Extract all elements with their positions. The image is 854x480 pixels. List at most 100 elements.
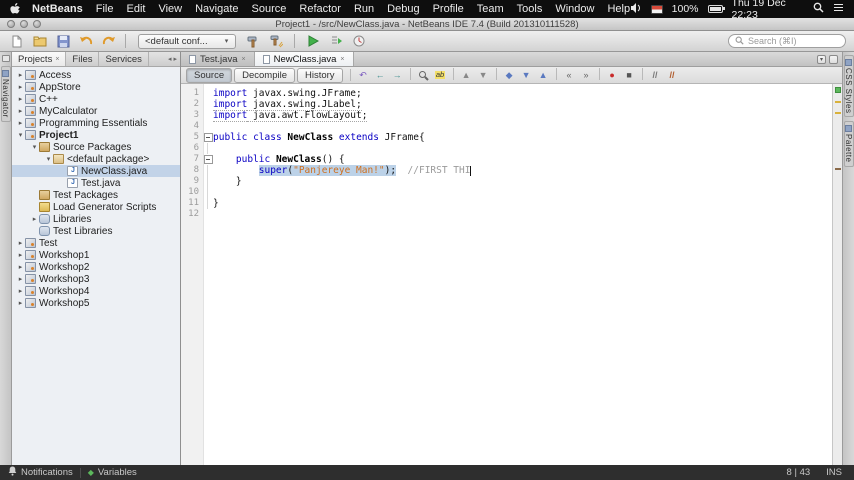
- menu-source[interactable]: Source: [252, 3, 287, 15]
- code-line[interactable]: 4: [181, 121, 832, 132]
- next-bookmark-icon[interactable]: ▼: [519, 68, 534, 82]
- tree-item-access[interactable]: ▸ Access: [12, 69, 180, 81]
- shift-right-icon[interactable]: »: [579, 68, 594, 82]
- collapse-icon[interactable]: ▾: [30, 143, 39, 151]
- back-icon[interactable]: ←: [373, 68, 388, 82]
- fold-collapse-icon[interactable]: [203, 154, 213, 165]
- menu-window[interactable]: Window: [555, 3, 594, 15]
- volume-icon[interactable]: [630, 2, 642, 16]
- open-project-icon[interactable]: [31, 33, 49, 49]
- save-all-icon[interactable]: [54, 33, 72, 49]
- tree-item-test-packages[interactable]: Test Packages: [12, 189, 180, 201]
- code-line[interactable]: 10: [181, 187, 832, 198]
- expand-icon[interactable]: ▸: [16, 119, 25, 127]
- tree-item-c[interactable]: ▸ C++: [12, 93, 180, 105]
- code-line[interactable]: 2 import javax.swing.JLabel;: [181, 99, 832, 111]
- collapse-icon[interactable]: ▾: [44, 155, 53, 163]
- tree-item-appstore[interactable]: ▸ AppStore: [12, 81, 180, 93]
- quick-search[interactable]: Search (⌘I): [728, 34, 846, 48]
- code-line[interactable]: 12: [181, 209, 832, 220]
- find-selection-icon[interactable]: [416, 68, 431, 82]
- code-area[interactable]: 1 import javax.swing.JFrame; 2 import javax…: [181, 84, 832, 465]
- code-line[interactable]: 5 public class NewClass extends JFrame{: [181, 132, 832, 143]
- tree-item-project1[interactable]: ▾ Project1: [12, 129, 180, 141]
- clean-build-icon[interactable]: [267, 33, 285, 49]
- tree-item-load-generator-scripts[interactable]: Load Generator Scripts: [12, 201, 180, 213]
- notification-center-icon[interactable]: [833, 3, 844, 15]
- tree-item-workshop3[interactable]: ▸ Workshop3: [12, 273, 180, 285]
- menu-navigate[interactable]: Navigate: [195, 3, 238, 15]
- stop-macro-icon[interactable]: ■: [622, 68, 637, 82]
- close-window-button[interactable]: [7, 20, 15, 28]
- toggle-bookmark-icon[interactable]: ◆: [502, 68, 517, 82]
- menu-view[interactable]: View: [158, 3, 182, 15]
- debug-project-icon[interactable]: [327, 33, 345, 49]
- tree-item-mycalculator[interactable]: ▸ MyCalculator: [12, 105, 180, 117]
- prev-occurrence-icon[interactable]: ▲: [459, 68, 474, 82]
- code-line[interactable]: 11}: [181, 198, 832, 209]
- document-list-icon[interactable]: ▾: [817, 54, 826, 64]
- new-file-icon[interactable]: [8, 33, 26, 49]
- expand-icon[interactable]: ▸: [16, 299, 25, 307]
- tree-item-source-packages[interactable]: ▾ Source Packages: [12, 141, 180, 153]
- comment-icon[interactable]: //: [648, 68, 663, 82]
- code-line[interactable]: 1 import javax.swing.JFrame;: [181, 88, 832, 99]
- expand-icon[interactable]: ▸: [16, 83, 25, 91]
- close-tab-icon[interactable]: ×: [340, 56, 344, 63]
- dock-tab-navigator[interactable]: Navigator: [0, 66, 11, 122]
- fold-collapse-icon[interactable]: [203, 132, 213, 143]
- redo-icon[interactable]: [100, 33, 118, 49]
- last-edit-icon[interactable]: ↶: [356, 68, 371, 82]
- expand-icon[interactable]: ▸: [16, 251, 25, 259]
- keyboard-layout-flag-icon[interactable]: [651, 4, 663, 14]
- code-line[interactable]: 7 public NewClass() {: [181, 154, 832, 165]
- expand-icon[interactable]: ▸: [16, 263, 25, 271]
- zoom-window-button[interactable]: [33, 20, 41, 28]
- variables-tab[interactable]: ◆ Variables: [88, 467, 137, 478]
- menu-team[interactable]: Team: [477, 3, 504, 15]
- next-occurrence-icon[interactable]: ▼: [476, 68, 491, 82]
- shift-left-icon[interactable]: «: [562, 68, 577, 82]
- panel-tab-files[interactable]: Files: [66, 52, 100, 66]
- code-line[interactable]: 8 super("Panjereye Man!"); //FIRST THI: [181, 165, 832, 176]
- close-tab-icon[interactable]: ×: [242, 56, 246, 63]
- config-select[interactable]: <default conf... ▾: [138, 33, 236, 49]
- forward-icon[interactable]: →: [390, 68, 405, 82]
- error-stripe[interactable]: [832, 84, 842, 465]
- code-line[interactable]: 3 import java.awt.FlowLayout;: [181, 110, 832, 122]
- view-button-history[interactable]: History: [297, 67, 343, 83]
- profile-project-icon[interactable]: [350, 33, 368, 49]
- code-line[interactable]: 6: [181, 143, 832, 154]
- notifications-tab[interactable]: Notifications: [8, 466, 73, 479]
- tree-item-workshop5[interactable]: ▸ Workshop5: [12, 297, 180, 309]
- expand-icon[interactable]: ▸: [16, 239, 25, 247]
- spotlight-icon[interactable]: [813, 2, 824, 16]
- editor-tab-test-java[interactable]: Test.java ×: [181, 52, 255, 66]
- close-tab-icon[interactable]: ×: [55, 56, 59, 63]
- editor-tab-newclass-java[interactable]: NewClass.java ×: [254, 52, 354, 66]
- window-list-icon[interactable]: [1, 55, 10, 62]
- expand-icon[interactable]: ▸: [16, 275, 25, 283]
- menu-run[interactable]: Run: [354, 3, 374, 15]
- prev-bookmark-icon[interactable]: ▲: [536, 68, 551, 82]
- menu-tools[interactable]: Tools: [517, 3, 543, 15]
- expand-icon[interactable]: ▸: [16, 95, 25, 103]
- build-project-icon[interactable]: [244, 33, 262, 49]
- view-button-source[interactable]: Source: [186, 67, 233, 83]
- minimize-window-button[interactable]: [20, 20, 28, 28]
- stripe-warning-mark[interactable]: [835, 112, 841, 114]
- expand-icon[interactable]: ▸: [16, 107, 25, 115]
- collapse-icon[interactable]: ▾: [16, 131, 25, 139]
- apple-menu-icon[interactable]: [10, 2, 21, 16]
- window-titlebar[interactable]: Project1 - /src/NewClass.java - NetBeans…: [0, 18, 854, 31]
- menu-refactor[interactable]: Refactor: [299, 3, 341, 15]
- menu-netbeans[interactable]: NetBeans: [32, 3, 83, 15]
- tree-item-test-libraries[interactable]: Test Libraries: [12, 225, 180, 237]
- tree-item-test[interactable]: ▸ Test: [12, 237, 180, 249]
- start-macro-icon[interactable]: ●: [605, 68, 620, 82]
- tree-item-workshop1[interactable]: ▸ Workshop1: [12, 249, 180, 261]
- tree-item-test-java[interactable]: Test.java: [12, 177, 180, 189]
- expand-icon[interactable]: ▸: [16, 71, 25, 79]
- menu-file[interactable]: File: [96, 3, 114, 15]
- undo-icon[interactable]: [77, 33, 95, 49]
